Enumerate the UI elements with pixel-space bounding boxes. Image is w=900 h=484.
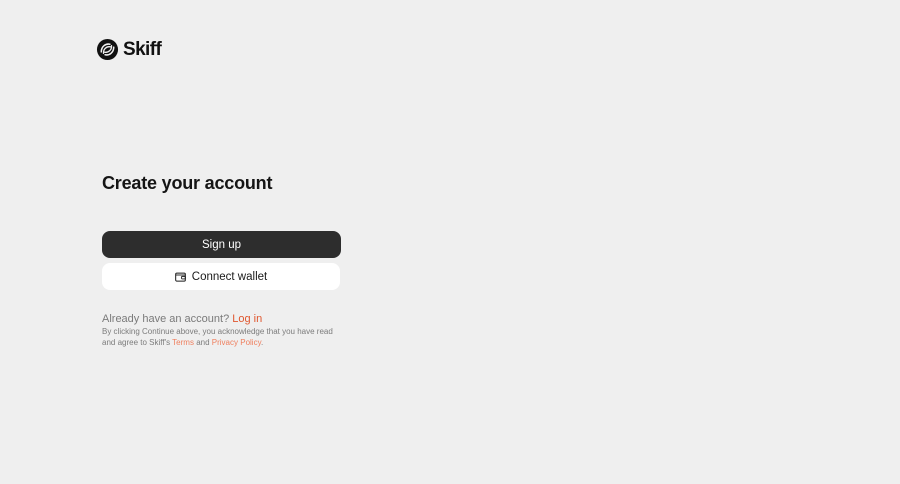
signup-form: Create your account Sign up Connect wall… [102, 172, 341, 348]
brand-name: Skiff [123, 38, 162, 60]
connect-wallet-button[interactable]: Connect wallet [102, 263, 340, 290]
terms-link[interactable]: Terms [172, 338, 194, 347]
legal-and: and [196, 337, 210, 347]
skiff-logo-icon [96, 38, 119, 61]
signup-page: Skiff Create your account Sign up Connec… [0, 0, 900, 484]
privacy-policy-link[interactable]: Privacy Policy [212, 338, 261, 347]
legal-suffix: . [260, 337, 264, 347]
sign-up-button[interactable]: Sign up [102, 231, 341, 258]
login-prompt-line: Already have an account? Log in [102, 313, 341, 326]
sign-up-label: Sign up [201, 238, 241, 251]
log-in-link[interactable]: Log in [232, 313, 262, 325]
login-prompt: Already have an account? [102, 313, 230, 325]
page-title: Create your account [102, 173, 273, 193]
connect-wallet-label: Connect wallet [191, 270, 268, 283]
skiff-logo[interactable]: Skiff [96, 38, 162, 61]
legal-notice: By clicking Continue above, you acknowle… [102, 327, 342, 348]
wallet-icon [174, 272, 186, 282]
